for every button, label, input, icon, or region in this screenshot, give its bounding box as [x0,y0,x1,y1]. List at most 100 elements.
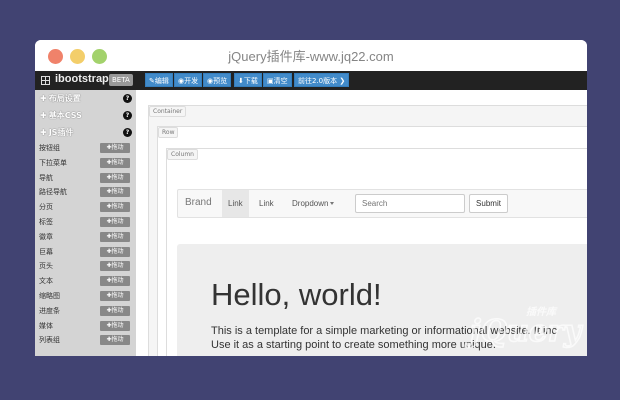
component-label: 巨幕 [39,247,53,256]
drag-label: 拖动 [111,277,124,285]
drag-handle-button[interactable]: ✚拖动 [100,157,130,168]
sidebar-section-label: 布局设置 [48,94,81,103]
demo-navbar-brand[interactable]: Brand [185,197,212,208]
window-title: jQuery插件库-www.jq22.com [228,49,394,64]
download-button-label: 下载 [243,77,258,85]
component-label: 进度条 [39,306,60,315]
component-label: 列表组 [39,336,60,345]
demo-navbar: Brand Link Link Dropdown Submit [177,189,587,218]
drag-handle-button[interactable]: ✚拖动 [100,216,130,227]
sidebar-component-item: 下拉菜单 ✚拖动 [35,156,136,171]
goto-v2-button[interactable]: 前往2.0版本 ❯ [294,73,350,87]
sidebar-component-item: 导航 ✚拖动 [35,171,136,186]
container-tag: Container [149,106,187,117]
goto-v2-button-label: 前往2.0版本 ❯ [298,77,346,85]
sidebar-section-label: 基本CSS [48,111,82,120]
grid-icon [41,76,50,85]
demo-search-input[interactable] [355,194,465,213]
component-label: 标签 [39,217,53,226]
component-label: 页头 [39,262,53,271]
trash-icon: ▣ [267,77,274,85]
sidebar-component-item: 缩略图 ✚拖动 [35,289,136,304]
component-label: 媒体 [39,321,53,330]
drag-handle-button[interactable]: ✚拖动 [100,305,130,316]
drag-handle-button[interactable]: ✚拖动 [100,202,130,213]
component-label: 下拉菜单 [39,158,67,167]
title-bar: jQuery插件库-www.jq22.com [35,40,587,71]
sidebar-component-item: 页头 ✚拖动 [35,259,136,274]
component-sidebar: ✚ 布局设置? ✚ 基本CSS? ✚ JS插件? 按钮组 ✚拖动 下拉菜单 ✚拖动 导航 ✚拖动… [35,90,136,356]
preview-button[interactable]: ◉预览 [203,73,232,87]
app-navbar: ibootstrap BETA ✎编辑 ◉开发 ◉预览 ⬇下载 ▣清空 前往2.… [35,71,587,90]
sidebar-section-layout[interactable]: ✚ 布局设置? [35,90,136,107]
drag-label: 拖动 [111,188,124,196]
row-tag: Row [158,127,179,138]
help-icon[interactable]: ? [123,111,132,120]
drag-label: 拖动 [111,158,124,166]
drag-label: 拖动 [111,321,124,329]
sidebar-component-item: 列表组 ✚拖动 [35,333,136,348]
demo-nav-dropdown[interactable]: Dropdown [286,190,340,217]
jumbotron-heading: Hello, world! [211,277,382,312]
demo-nav-link-active[interactable]: Link [222,190,249,217]
beta-badge: BETA [109,74,133,86]
drag-label: 拖动 [111,306,124,314]
help-icon[interactable]: ? [123,94,132,103]
component-label: 按钮组 [39,144,60,152]
sidebar-component-item: 徽章 ✚拖动 [35,230,136,245]
sidebar-component-item: 按钮组 ✚拖动 [35,141,136,156]
sidebar-component-item: 进度条 ✚拖动 [35,304,136,319]
plus-icon: ✚ [40,94,47,103]
drag-label: 拖动 [111,336,124,344]
demo-submit-button[interactable]: Submit [469,194,508,213]
component-label: 导航 [39,173,53,182]
help-icon[interactable]: ? [123,128,132,137]
edit-button[interactable]: ✎编辑 [145,73,173,87]
sidebar-component-item: 标签 ✚拖动 [35,215,136,230]
sidebar-component-item: 巨幕 ✚拖动 [35,245,136,260]
sidebar-component-item: 文本 ✚拖动 [35,274,136,289]
drag-label: 拖动 [111,217,124,225]
download-button[interactable]: ⬇下载 [234,73,262,87]
drag-handle-button[interactable]: ✚拖动 [100,246,130,257]
edit-button-label: 编辑 [154,77,169,85]
component-label: 徽章 [39,232,53,241]
jquery-watermark: 插件库 jQuery [469,300,582,350]
app-brand[interactable]: ibootstrap [55,73,109,85]
watermark-brand: jQuery [469,313,582,350]
drag-label: 拖动 [111,247,124,255]
drag-handle-button[interactable]: ✚拖动 [100,276,130,287]
sidebar-component-item: 分页 ✚拖动 [35,200,136,215]
drag-handle-button[interactable]: ✚拖动 [100,231,130,242]
develop-button[interactable]: ◉开发 [174,73,203,87]
sidebar-section-js[interactable]: ✚ JS插件? [35,124,136,141]
component-label: 分页 [39,203,53,212]
drag-handle-button[interactable]: ✚拖动 [100,335,130,346]
clear-button[interactable]: ▣清空 [263,73,292,87]
drag-handle-button[interactable]: ✚拖动 [100,320,130,331]
sidebar-component-item: 路径导航 ✚拖动 [35,185,136,200]
plus-icon: ✚ [40,111,47,120]
drag-handle-button[interactable]: ✚拖动 [100,261,130,272]
drag-label: 拖动 [111,232,124,240]
drag-label: 拖动 [111,173,124,181]
drag-handle-button[interactable]: ✚拖动 [100,290,130,301]
component-label: 缩略图 [39,291,60,300]
demo-nav-dropdown-label: Dropdown [292,199,329,208]
sidebar-section-css[interactable]: ✚ 基本CSS? [35,107,136,124]
drag-handle-button[interactable]: ✚拖动 [100,187,130,198]
drag-label: 拖动 [111,262,124,270]
develop-button-label: 开发 [184,77,199,85]
demo-nav-link[interactable]: Link [253,190,280,217]
preview-button-label: 预览 [213,77,228,85]
caret-down-icon [330,202,335,206]
component-label: 路径导航 [39,188,67,197]
drag-label: 拖动 [111,291,124,299]
drag-handle-button[interactable]: ✚拖动 [100,172,130,183]
drag-handle-button[interactable]: ✚拖动 [100,143,130,153]
sidebar-component-item: 媒体 ✚拖动 [35,319,136,334]
sidebar-section-label: JS插件 [48,128,74,137]
drag-label: 拖动 [111,144,124,151]
component-list: 按钮组 ✚拖动 下拉菜单 ✚拖动 导航 ✚拖动 路径导航 ✚拖动 分页 ✚拖动 标签 ✚拖动 徽章 ✚拖动… [35,141,136,348]
drag-label: 拖动 [111,203,124,211]
